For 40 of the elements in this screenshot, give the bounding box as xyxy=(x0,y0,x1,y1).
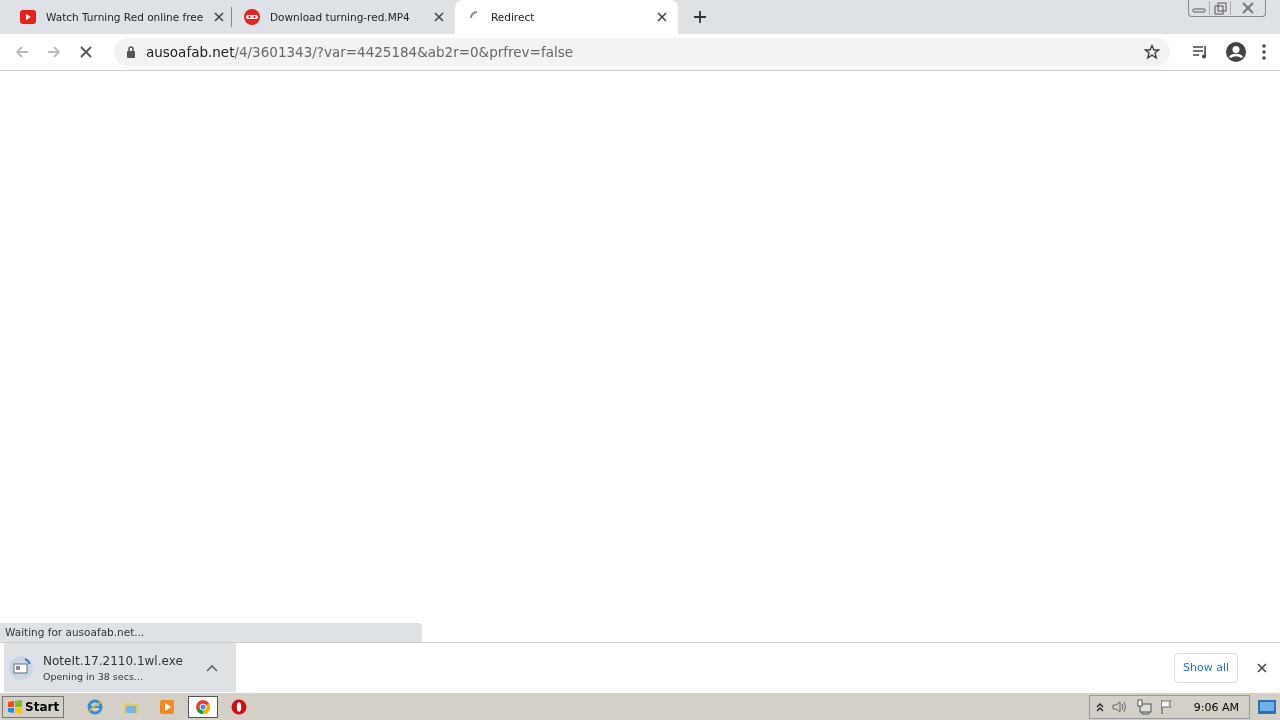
lock-icon xyxy=(126,46,136,58)
profile-icon[interactable] xyxy=(1226,42,1246,62)
start-button[interactable]: Start xyxy=(2,696,65,718)
chrome-icon xyxy=(195,699,212,715)
taskbar-app-button[interactable] xyxy=(188,696,219,718)
tab-title: Watch Turning Red online free xyxy=(46,11,204,23)
restore-icon[interactable] xyxy=(1209,1,1230,15)
installer-file-icon xyxy=(9,655,33,680)
menu-icon[interactable] xyxy=(1262,44,1266,60)
internet-explorer-icon xyxy=(87,699,104,715)
chevron-up-icon[interactable] xyxy=(1095,702,1104,712)
opera-icon xyxy=(231,699,248,715)
new-tab-icon[interactable] xyxy=(693,10,707,24)
file-name: NoteIt.17.2110.1wl.exe xyxy=(43,653,184,668)
browser-tab[interactable]: Download turning-red.MP4 xyxy=(232,0,455,34)
media-player-icon xyxy=(159,699,176,715)
close-icon[interactable] xyxy=(433,11,445,23)
network-icon[interactable] xyxy=(1135,699,1152,715)
status-bubble: Waiting for ausoafab.net... xyxy=(0,623,422,642)
browser-tab[interactable]: Redirect xyxy=(455,0,678,34)
browser-tab[interactable]: Watch Turning Red online free xyxy=(8,0,231,34)
tab-title: Redirect xyxy=(491,11,536,23)
address-bar[interactable]: ausoafab.net/4/3601343/?var=4425184&ab2r=0&prfrev=false xyxy=(114,38,1170,66)
speaker-icon[interactable] xyxy=(1110,699,1129,715)
download-status: Opening in 38 secs... xyxy=(43,670,144,682)
star-icon[interactable] xyxy=(1144,44,1160,60)
loading-spinner-icon xyxy=(470,11,477,18)
stop-icon[interactable] xyxy=(78,44,94,60)
masked-face-icon xyxy=(244,9,260,25)
close-icon[interactable] xyxy=(656,11,668,23)
windows-logo-icon xyxy=(7,700,23,714)
clock: 9:06 AM xyxy=(1193,700,1239,714)
flag-icon[interactable] xyxy=(1158,699,1175,715)
close-icon[interactable] xyxy=(1256,661,1268,674)
show-all-button[interactable]: Show all xyxy=(1173,652,1238,683)
video-play-icon xyxy=(20,9,36,25)
tab-title: Download turning-red.MP4 xyxy=(270,11,411,23)
close-icon[interactable] xyxy=(213,11,226,23)
download-item[interactable]: NoteIt.17.2110.1wl.exe Opening in 38 secs... xyxy=(4,643,236,692)
url-text: ausoafab.net/4/3601343/?var=4425184&ab2r=0&prfrev=false xyxy=(146,44,573,60)
